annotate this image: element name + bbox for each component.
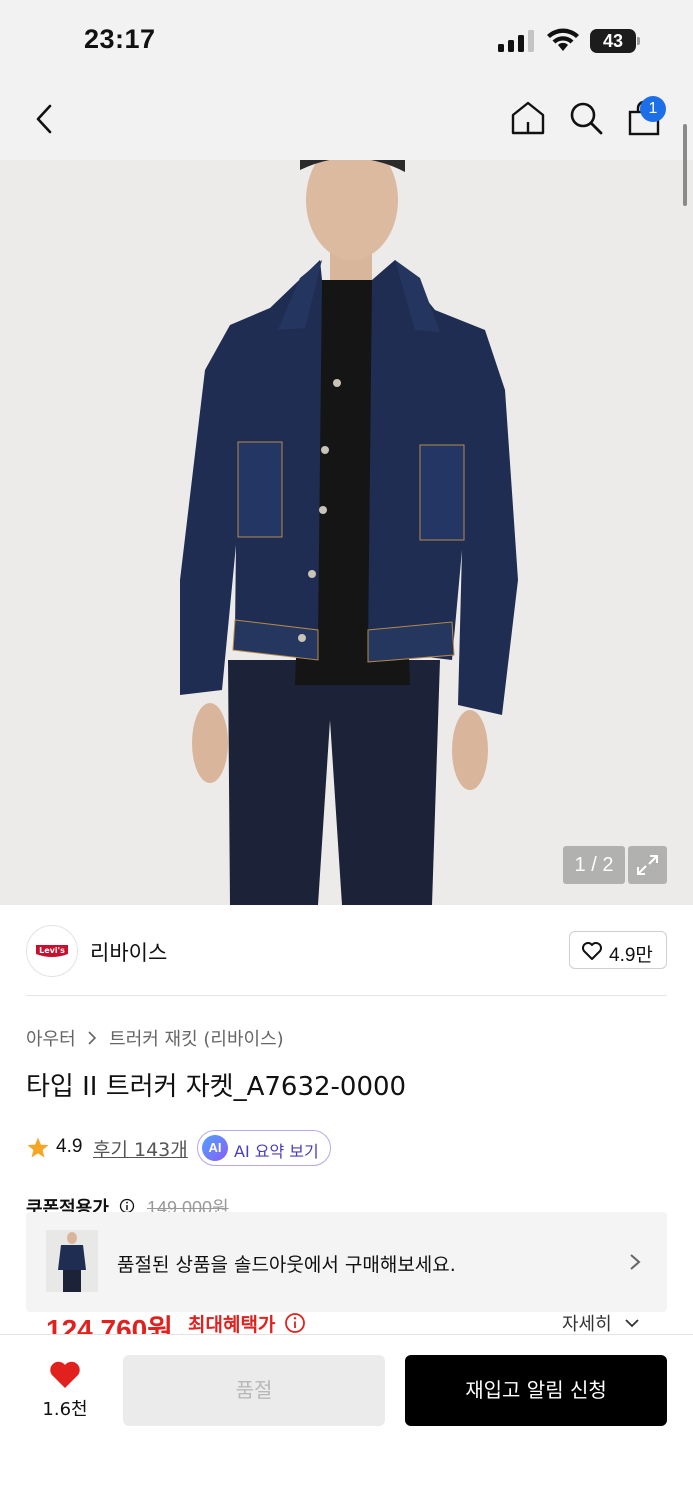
status-bar: 23:17 43 <box>0 0 693 80</box>
cart-count-badge: 1 <box>640 96 666 122</box>
soldout-banner-text: 품절된 상품을 솔드아웃에서 구매해보세요. <box>117 1254 456 1276</box>
brand-logo[interactable]: Levi's <box>26 925 78 977</box>
heart-outline-icon <box>582 942 602 960</box>
battery-icon: 43 <box>590 29 640 53</box>
price-detail-link[interactable]: 자세히 <box>562 1312 612 1334</box>
sale-price: 124,760원 <box>46 1314 173 1334</box>
battery-level: 43 <box>602 31 624 51</box>
product-photo <box>0 160 693 905</box>
ai-icon: AI <box>202 1135 228 1161</box>
wishlist-button[interactable]: 1.6천 <box>30 1353 100 1423</box>
product-title: 타입 II 트러커 자켓_A7632-0000 <box>26 1072 407 1102</box>
ai-summary-label: AI 요약 보기 <box>234 1142 319 1161</box>
image-counter: 1 / 2 <box>563 846 625 884</box>
svg-text:Levi's: Levi's <box>39 946 65 955</box>
brand-name[interactable]: 리바이스 <box>90 937 167 967</box>
brand-like-button[interactable]: 4.9만 <box>569 931 667 969</box>
expand-icon <box>637 855 658 875</box>
sale-price-row: 124,760원 최대혜택가 자세히 <box>26 1312 667 1334</box>
star-icon <box>27 1137 49 1158</box>
chevron-right-icon <box>88 1031 97 1045</box>
home-icon[interactable] <box>508 98 548 138</box>
chevron-right-icon <box>630 1254 641 1270</box>
brand-row[interactable]: Levi's 리바이스 4.9만 <box>0 905 693 997</box>
ai-summary-button[interactable]: AI AI 요약 보기 <box>197 1130 331 1166</box>
wifi-icon <box>547 28 579 51</box>
brand-like-count: 4.9만 <box>609 945 653 966</box>
breadcrumb-subcategory[interactable]: 트러커 재킷 (리바이스) <box>109 1025 284 1051</box>
soldout-banner[interactable]: 품절된 상품을 솔드아웃에서 구매해보세요. <box>26 1212 667 1312</box>
breadcrumb: 아우터 트러커 재킷 (리바이스) <box>26 1025 284 1051</box>
status-time: 23:17 <box>84 24 156 54</box>
soldout-product-thumbnail <box>46 1230 98 1292</box>
soldout-button: 품절 <box>123 1355 385 1426</box>
scrollbar[interactable] <box>683 124 687 206</box>
cellular-signal-icon <box>498 30 534 52</box>
rating-row: 4.9 후기 143개 AI AI 요약 보기 <box>26 1130 666 1166</box>
breadcrumb-category[interactable]: 아우터 <box>26 1025 76 1051</box>
wishlist-count: 1.6천 <box>42 1399 88 1420</box>
nav-bar <box>0 80 693 160</box>
divider <box>26 995 667 996</box>
review-link[interactable]: 후기 143개 <box>93 1135 188 1162</box>
search-icon[interactable] <box>566 98 606 138</box>
heart-filled-icon <box>50 1361 80 1388</box>
back-icon[interactable] <box>30 100 62 138</box>
max-benefit-label: 최대혜택가 <box>188 1314 276 1334</box>
product-image[interactable] <box>0 160 693 905</box>
levis-logo-icon: Levi's <box>36 945 68 957</box>
restock-alert-button[interactable]: 재입고 알림 신청 <box>405 1355 667 1426</box>
info-icon[interactable] <box>284 1312 306 1334</box>
bottom-action-bar: 1.6천 품절 재입고 알림 신청 <box>0 1334 693 1500</box>
chevron-down-icon <box>625 1319 639 1328</box>
expand-image-button[interactable] <box>628 846 667 884</box>
rating-value: 4.9 <box>56 1136 83 1157</box>
